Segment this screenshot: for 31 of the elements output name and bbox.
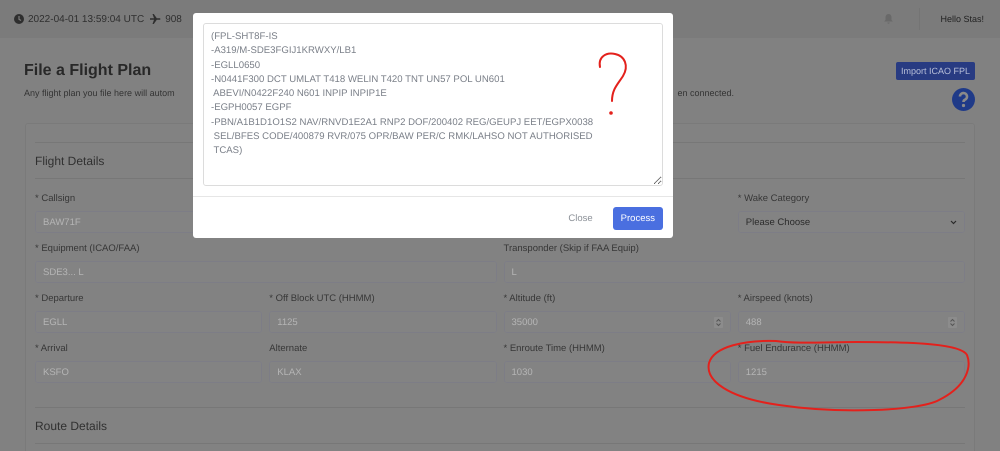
field-label: * Wake Category: [738, 193, 810, 205]
field-label: * Arrival: [35, 343, 69, 355]
field-label: * Equipment (ICAO/FAA): [35, 243, 141, 255]
flight-plan-field[interactable]: (FPL-SHT8F-IS -A319/M-SDE3FGIJ1KRWXY/LB1 -EGLL0650 -N0441F300 DCT UMLAT T418 WELIN T420 TNT UN57 POL UN601 ABEVI/N0422F240 N601 INPIP INPIP1E -EGPH0057 EGPF -PBN/A1B1D1O1S2 NAV/RNVD1E2A1 RNP2 DOF/200402 REG/GEUPJ EET/EGPX0038 SEL/BFES CODE/400879 RVR/075 OPR/BAW PER/C RMK/LAHSO NOT AUTHORISED TCAS): [203, 23, 663, 186]
field-label: * Airspeed (knots): [738, 293, 814, 305]
field-label: Alternate: [269, 343, 308, 355]
field-label: * Callsign: [35, 193, 76, 205]
utc-time: 2022-04-01 13:59:04 UTC: [28, 14, 144, 24]
page-description: en connected.: [677, 88, 734, 98]
help-icon[interactable]: [952, 88, 975, 111]
field-label: * Departure: [35, 293, 85, 305]
page-description: Any flight plan you file here will autom: [24, 88, 175, 98]
field-label: * Enroute Time (HHMM): [504, 343, 606, 355]
spinner-icon: [948, 316, 957, 328]
clock-icon: [14, 14, 24, 24]
import-button[interactable]: Import ICAO FPL: [896, 62, 975, 80]
airplane-icon: [150, 14, 162, 24]
wake-category-select[interactable]: Please Choose: [738, 211, 965, 233]
section-title: Route Details: [35, 418, 108, 432]
field-label: * Altitude (ft): [504, 293, 556, 305]
chevron-down-icon: [950, 220, 957, 224]
field-label: Transponder (Skip if FAA Equip): [504, 243, 640, 255]
close-button[interactable]: Close: [560, 207, 601, 230]
flight-count: 908: [165, 14, 182, 24]
section-title: Flight Details: [35, 154, 104, 168]
spinner-icon: [714, 316, 723, 328]
field-label: * Fuel Endurance (HHMM): [738, 343, 851, 355]
page-title: File a Flight Plan: [24, 62, 152, 80]
process-button[interactable]: Process: [612, 207, 663, 230]
field-label: * Off Block UTC (HHMM): [269, 293, 376, 305]
user-greeting[interactable]: Hello Stas!: [940, 14, 984, 24]
